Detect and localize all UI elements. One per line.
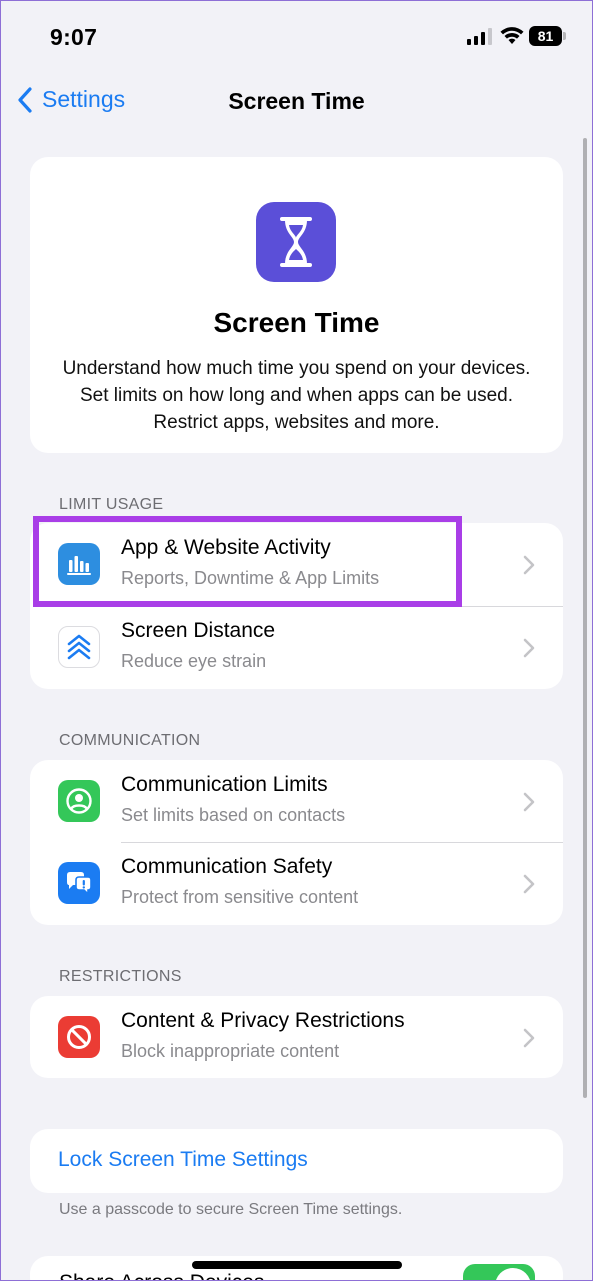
row-title: App & Website Activity <box>121 536 331 559</box>
wifi-icon <box>500 27 524 44</box>
bar-chart-icon <box>58 543 100 585</box>
communication-safety-row[interactable]: Communication Safety Protect from sensit… <box>30 842 563 925</box>
chevron-right-icon <box>523 792 535 812</box>
lock-screen-time-settings-link[interactable]: Lock Screen Time Settings <box>58 1148 308 1172</box>
battery-indicator: 81 <box>529 26 562 46</box>
communication-limits-row[interactable]: Communication Limits Set limits based on… <box>30 760 563 843</box>
chevron-right-icon <box>523 874 535 894</box>
row-title: Communication Limits <box>121 773 328 796</box>
chat-bubbles-icon <box>58 862 100 904</box>
lock-footnote: Use a passcode to secure Screen Time set… <box>59 1201 403 1218</box>
header-description: Understand how much time you spend on yo… <box>62 358 531 433</box>
limit-usage-group: App & Website Activity Reports, Downtime… <box>30 523 563 689</box>
screen-time-header-card: Screen Time Understand how much time you… <box>30 157 563 453</box>
contact-circle-icon <box>58 780 100 822</box>
row-subtitle: Reports, Downtime & App Limits <box>121 568 380 588</box>
section-label-restrictions: RESTRICTIONS <box>59 968 182 985</box>
hourglass-icon <box>256 202 336 282</box>
chevron-right-icon <box>523 1028 535 1048</box>
no-entry-icon <box>58 1016 100 1058</box>
content-privacy-restrictions-row[interactable]: Content & Privacy Restrictions Block ina… <box>30 996 563 1078</box>
share-across-devices-title: Share Across Devices <box>59 1271 264 1281</box>
status-bar: 9:07 81 <box>0 0 593 70</box>
row-title: Communication Safety <box>121 855 333 878</box>
row-title: Content & Privacy Restrictions <box>121 1009 405 1032</box>
status-time: 9:07 <box>50 24 98 50</box>
restrictions-group: Content & Privacy Restrictions Block ina… <box>30 996 563 1078</box>
navigation-bar: Settings Screen Time <box>0 78 593 124</box>
screen-distance-row[interactable]: Screen Distance Reduce eye strain <box>30 606 563 689</box>
section-label-communication: COMMUNICATION <box>59 732 201 749</box>
row-subtitle: Protect from sensitive content <box>121 887 359 907</box>
row-subtitle: Block inappropriate content <box>121 1041 340 1061</box>
home-indicator[interactable] <box>192 1261 402 1269</box>
chevrons-up-icon <box>58 626 100 668</box>
scrollbar[interactable] <box>583 138 587 1098</box>
header-title: Screen Time <box>213 307 380 338</box>
section-label-limit-usage: LIMIT USAGE <box>59 496 164 513</box>
chevron-right-icon <box>523 638 535 658</box>
lock-settings-card: Lock Screen Time Settings <box>30 1129 563 1193</box>
battery-tip <box>563 32 566 40</box>
row-subtitle: Reduce eye strain <box>121 651 267 671</box>
app-website-activity-row[interactable]: App & Website Activity Reports, Downtime… <box>30 523 563 606</box>
page-title: Screen Time <box>228 88 365 114</box>
row-title: Screen Distance <box>121 619 276 642</box>
communication-group: Communication Limits Set limits based on… <box>30 760 563 925</box>
chevron-right-icon <box>523 555 535 575</box>
row-subtitle: Set limits based on contacts <box>121 805 346 825</box>
toggle-knob <box>495 1268 531 1281</box>
cellular-signal-icon <box>467 28 492 45</box>
share-across-devices-toggle[interactable] <box>463 1264 535 1281</box>
